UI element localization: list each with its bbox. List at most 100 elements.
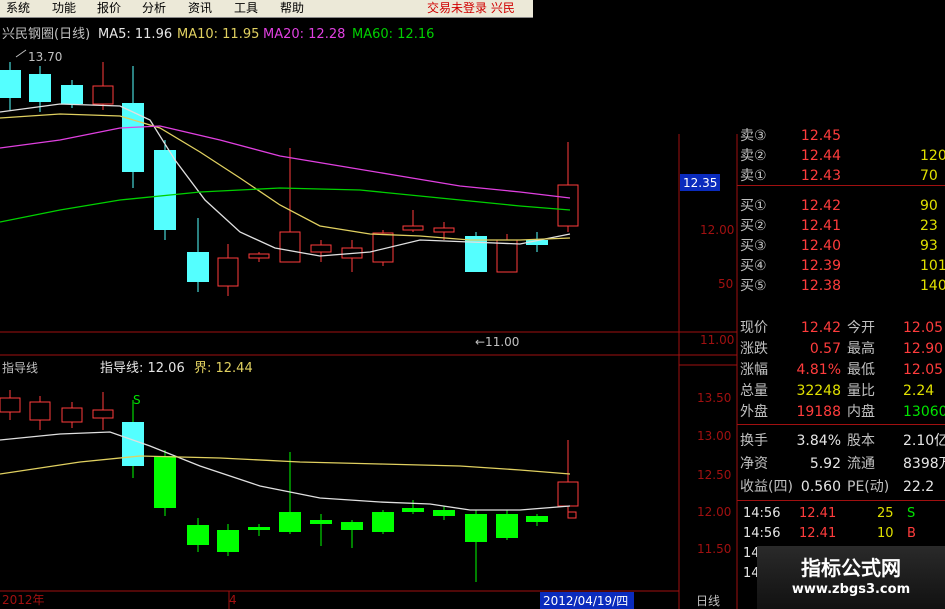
stat-value: 32248 [796,383,841,399]
high-marker: 13.70 [28,50,62,64]
quote-divider [737,500,945,501]
candle-body-down [154,150,176,230]
upper-price-tick: 50 [718,277,733,291]
bid-label: 买③ [740,238,767,254]
ask-label: 卖③ [740,128,767,144]
candle-body-up [217,257,239,287]
indicator-candle-body-down [310,520,332,524]
indicator-candle-body-up [92,409,114,419]
bid-price: 12.42 [800,198,841,214]
candle-body-up [92,85,114,105]
ask-price: 12.43 [800,168,841,184]
tick-price: 12.41 [799,506,837,521]
indicator-candle-body-down [248,527,270,530]
indicator-candle-body-down [433,510,455,516]
stat-value: 13060 [903,404,945,420]
ask-volume: 70 [920,168,938,184]
indicator-candle-body-down [187,525,209,545]
bid-volume: 93 [920,238,938,254]
signal-marker: S [133,393,141,407]
indicator-candle-body-down [217,530,239,552]
candle-body-up [496,239,518,273]
indicator-candle-body-down [372,512,394,532]
stat-label: 股本 [847,433,875,449]
low-marker: ←11.00 [475,335,519,349]
lower-price-tick: 11.50 [697,542,731,556]
upper-price-tick: 12.00 [700,223,734,237]
stat-label: 今开 [847,320,875,336]
stat-label: 内盘 [847,404,875,420]
bid-label: 买⑤ [740,278,767,294]
time-axis-year: 2012年 [2,593,45,607]
lower-price-tick: 12.50 [697,468,731,482]
stat-value: 8398万 [903,456,945,472]
boundary-line [0,455,571,475]
upper-price-tick: 11.00 [700,333,734,347]
time-axis-month: 4 [229,593,237,607]
ma5-label: MA5: 11.96 [98,27,172,42]
stat-label: 现价 [740,320,768,336]
bid-label: 买② [740,218,767,234]
watermark-url: www.zbgs3.com [791,582,911,597]
candle-body-down [29,74,51,102]
stat-value: 3.84% [796,433,841,449]
stat-value: 2.24 [903,383,935,399]
stat-value: 0.560 [800,479,841,495]
indicator-candle-body-down [154,456,176,508]
indicator-candle-body-down [465,514,487,542]
period-button[interactable]: 日线 [696,594,720,608]
tick-price: 12.41 [799,526,837,541]
indicator-candle-body-up [557,481,579,507]
stat-value: 19188 [796,404,841,420]
indicator-candle-body-down [496,514,518,538]
boundary-label: 界: 12.44 [194,361,253,376]
candle-body-down [122,103,144,172]
indicator-candle-body-down [122,422,144,466]
candle-body-up [279,231,301,263]
bid-price: 12.40 [800,238,841,254]
watermark-title: 指标公式网 [801,556,901,580]
indicator-name: 指导线 [2,360,38,375]
candle-body-up [433,227,455,233]
indicator-candle-body-down [279,512,301,532]
quote-panel: 卖③ 12.45 卖② 12.44 120 卖① 12.43 70 买① 12.42 90 买② 12… [737,128,945,609]
stat-value: 12.90 [903,341,944,357]
stat-label: PE(动) [847,479,890,495]
indicator-candle-body-up [61,407,83,423]
indicator-candle-body-down [341,522,363,530]
ask-volume: 120 [920,148,945,164]
date-cursor-label: 2012/04/19/四 [543,594,628,608]
stat-label: 最低 [847,362,875,378]
stat-value: 12.05 [903,320,944,336]
bid-volume: 140 [920,278,945,294]
stat-value: 4.81% [796,362,841,378]
candle-body-up [248,253,270,259]
tick-volume: 25 [877,506,894,521]
ma20-label: MA20: 12.28 [263,27,345,42]
bid-price: 12.41 [800,218,841,234]
quote-divider [737,424,945,425]
tick-direction: S [907,506,916,521]
tick-time: 14:56 [743,506,781,521]
stat-label: 最高 [847,341,875,357]
candle-body-down [0,70,21,98]
bid-volume: 90 [920,198,938,214]
candle-body-down [187,252,209,282]
ma20-line [0,125,571,199]
indicator-candle-body-up [29,401,51,421]
guide-line [0,431,571,511]
stat-value: 12.05 [903,362,944,378]
lower-price-tick: 12.00 [697,505,731,519]
guide-line-label: 指导线: 12.06 [100,361,185,376]
stat-label: 总量 [740,383,768,399]
ma10-line [0,113,571,241]
ask-label: 卖① [740,168,767,184]
bid-label: 买④ [740,258,767,274]
watermark: 指标公式网 www.zbgs3.com [757,546,945,609]
stat-value: 22.2 [903,479,935,495]
quote-divider [737,185,945,186]
ask-label: 卖② [740,148,767,164]
stat-label: 收益(四) [740,479,793,495]
tick-volume: 10 [877,526,894,541]
stat-label: 换手 [740,433,768,449]
